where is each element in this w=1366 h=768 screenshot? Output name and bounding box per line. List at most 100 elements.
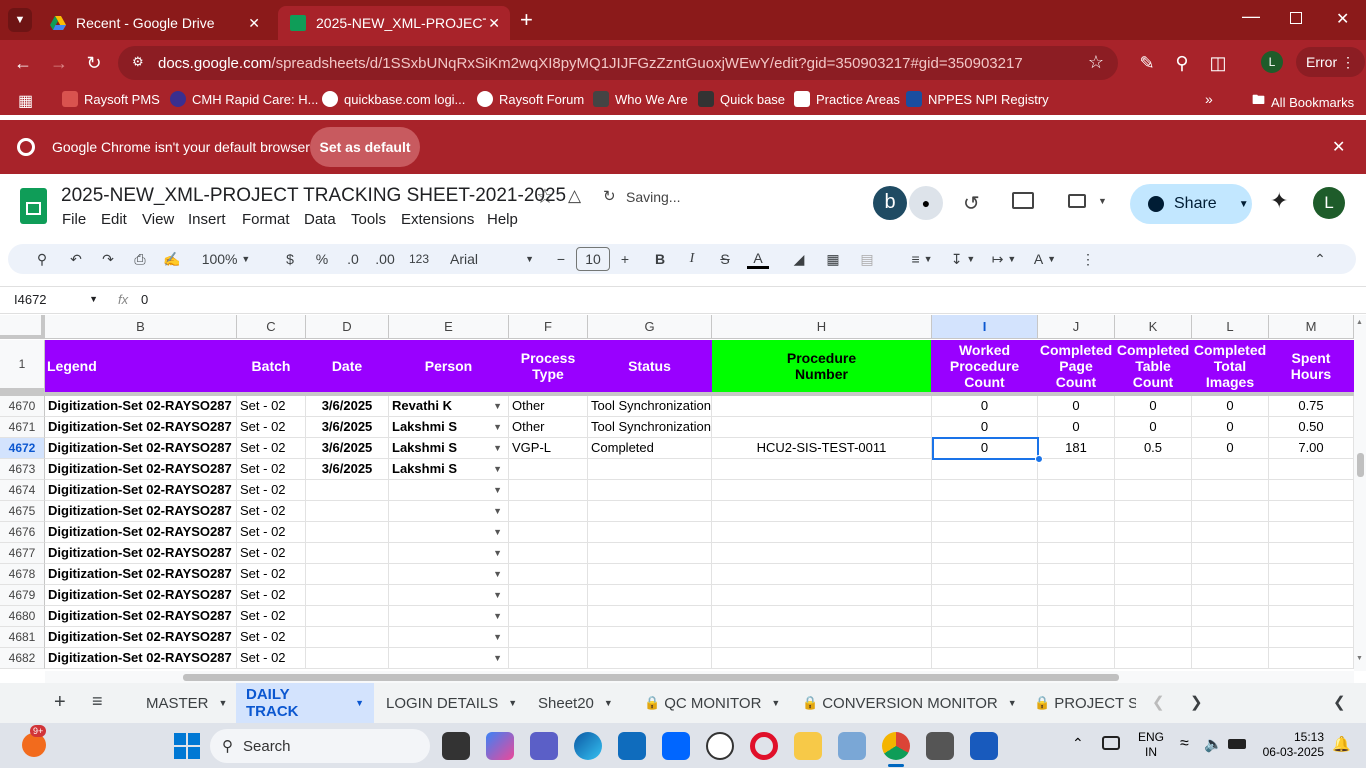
reload-icon[interactable]: ↻ (81, 50, 107, 76)
clock[interactable]: 15:13 06-03-2025 (1258, 730, 1324, 760)
cell-d[interactable] (306, 648, 389, 669)
cell-d[interactable]: 3/6/2025 (306, 396, 389, 417)
cell-f[interactable] (509, 543, 588, 564)
version-history-icon[interactable]: ↺ (963, 191, 980, 216)
cell-m[interactable] (1269, 543, 1354, 564)
move-icon[interactable]: △ (568, 186, 581, 206)
cell-k[interactable] (1115, 564, 1192, 585)
redo-icon[interactable]: ↷ (98, 249, 118, 269)
increase-decimal-button[interactable]: .00 (372, 249, 398, 269)
cell-l[interactable] (1192, 522, 1269, 543)
row-header[interactable]: 4672 (0, 438, 45, 459)
text-wrap-icon[interactable]: ↦ ▼ (987, 249, 1021, 269)
cell-m[interactable] (1269, 648, 1354, 669)
cell-l[interactable] (1192, 585, 1269, 606)
cell-j[interactable] (1038, 522, 1115, 543)
cell-j[interactable] (1038, 459, 1115, 480)
cell-m[interactable] (1269, 522, 1354, 543)
scroll-tabs-right-icon[interactable]: ❯ (1190, 693, 1203, 711)
cell-k[interactable] (1115, 480, 1192, 501)
back-icon[interactable]: ← (10, 50, 36, 76)
cell-k[interactable] (1115, 522, 1192, 543)
menu-file[interactable]: File (62, 211, 86, 228)
vertical-align-icon[interactable]: ↧ ▼ (946, 249, 980, 269)
browser-tab-drive[interactable]: Recent - Google Drive ✕ (38, 6, 270, 40)
dropdown-chevron-icon[interactable]: ▼ (493, 564, 502, 584)
cell-h[interactable] (712, 396, 932, 417)
cell-b[interactable]: Digitization-Set 02-RAYSO287 (45, 564, 237, 585)
cell-h[interactable] (712, 417, 932, 438)
cell-j[interactable]: 0 (1038, 396, 1115, 417)
column-header-m[interactable]: M (1269, 315, 1354, 339)
store-icon[interactable] (618, 732, 646, 760)
cell-b[interactable]: Digitization-Set 02-RAYSO287 (45, 417, 237, 438)
cell-m[interactable] (1269, 480, 1354, 501)
decrease-decimal-button[interactable]: .0 (342, 249, 364, 269)
cell-c[interactable]: Set - 02 (237, 417, 306, 438)
error-button[interactable]: Error ⋮ (1296, 47, 1366, 77)
cell-i[interactable] (932, 627, 1038, 648)
cell-d[interactable] (306, 585, 389, 606)
cell-b[interactable]: Digitization-Set 02-RAYSO287 (45, 396, 237, 417)
cell-d[interactable] (306, 522, 389, 543)
cell-c[interactable]: Set - 02 (237, 648, 306, 669)
cell-c[interactable]: Set - 02 (237, 480, 306, 501)
text-color-icon[interactable]: A (747, 249, 769, 269)
dropdown-chevron-icon[interactable]: ▼ (493, 522, 502, 542)
header-cell-c[interactable]: Batch (237, 340, 306, 392)
chrome-taskbar-icon[interactable] (882, 732, 910, 760)
minimize-icon[interactable]: — (1242, 6, 1260, 27)
horizontal-align-icon[interactable]: ≡ ▼ (905, 249, 939, 269)
zoom-icon[interactable]: ⚲ (1169, 50, 1195, 76)
browser-tab-sheet[interactable]: 2025-NEW_XML-PROJECT TRAC ✕ (278, 6, 510, 40)
extensions-icon[interactable]: ◫ (1205, 50, 1231, 76)
tab-search-button[interactable]: ▼ (8, 8, 32, 32)
cell-b[interactable]: Digitization-Set 02-RAYSO287 (45, 627, 237, 648)
cell-l[interactable]: 0 (1192, 438, 1269, 459)
column-header-f[interactable]: F (509, 315, 588, 339)
cell-f[interactable] (509, 585, 588, 606)
more-options-icon[interactable]: ⋮ (1078, 249, 1098, 269)
cell-g[interactable] (588, 564, 712, 585)
percent-button[interactable]: % (312, 249, 332, 269)
cell-i[interactable] (932, 459, 1038, 480)
cell-h[interactable] (712, 648, 932, 669)
horizontal-scrollbar[interactable] (45, 671, 1354, 683)
cell-i[interactable] (932, 648, 1038, 669)
header-cell-j[interactable]: Completed Page Count (1038, 340, 1115, 392)
font-size-field[interactable]: 10 (576, 247, 610, 271)
row-header[interactable]: 4673 (0, 459, 45, 480)
cell-c[interactable]: Set - 02 (237, 501, 306, 522)
bookmark-raysoft-forum[interactable]: Raysoft Forum (477, 91, 584, 107)
cell-i[interactable] (932, 522, 1038, 543)
header-cell-b[interactable]: Legend (45, 340, 237, 392)
tab-master[interactable]: MASTER ▼ (136, 683, 237, 723)
cell-f[interactable] (509, 522, 588, 543)
cell-l[interactable] (1192, 564, 1269, 585)
text-rotation-icon[interactable]: A ▼ (1028, 249, 1062, 269)
scroll-up-icon[interactable]: ▲ (1356, 319, 1363, 326)
cell-d[interactable]: 3/6/2025 (306, 438, 389, 459)
header-cell-i[interactable]: Worked Procedure Count (932, 340, 1038, 392)
cell-l[interactable] (1192, 501, 1269, 522)
cell-i[interactable] (932, 585, 1038, 606)
copilot-icon[interactable] (486, 732, 514, 760)
dropdown-chevron-icon[interactable]: ▼ (493, 543, 502, 563)
cell-k[interactable] (1115, 606, 1192, 627)
dropdown-chevron-icon[interactable]: ▼ (493, 606, 502, 626)
row-header[interactable]: 4680 (0, 606, 45, 627)
merge-cells-icon[interactable]: ▤ (856, 249, 878, 269)
cell-m[interactable] (1269, 606, 1354, 627)
app-icon[interactable] (926, 732, 954, 760)
cell-k[interactable] (1115, 543, 1192, 564)
menu-edit[interactable]: Edit (101, 211, 127, 228)
cell-k[interactable] (1115, 648, 1192, 669)
cell-l[interactable] (1192, 459, 1269, 480)
fill-handle[interactable] (1035, 455, 1043, 463)
start-button[interactable] (174, 733, 200, 759)
cell-e[interactable]: ▼ (389, 585, 509, 606)
scroll-down-icon[interactable]: ▼ (1356, 655, 1363, 662)
cell-f[interactable] (509, 501, 588, 522)
document-title[interactable]: 2025-NEW_XML-PROJECT TRACKING SHEET-2021… (61, 185, 566, 207)
dropdown-chevron-icon[interactable]: ▼ (493, 417, 502, 437)
